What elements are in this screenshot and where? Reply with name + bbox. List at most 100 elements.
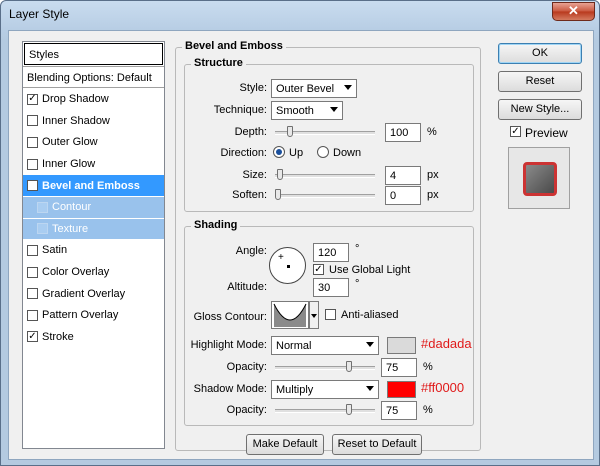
highlight-opacity-input[interactable]: 75 xyxy=(381,358,417,377)
shadow-mode-select[interactable]: Multiply xyxy=(271,380,379,399)
chevron-down-icon xyxy=(330,107,338,112)
style-label: Style: xyxy=(239,82,267,94)
angle-dot xyxy=(287,265,290,268)
shadow-mode-value: Multiply xyxy=(276,384,314,396)
highlight-hex-annotation: #dadada xyxy=(421,336,472,351)
style-list: ✓ Drop Shadow Inner Shadow Outer Glow Inner … xyxy=(23,88,164,347)
style-checkbox[interactable] xyxy=(27,244,38,256)
style-item-gradient-overlay[interactable]: Gradient Overlay xyxy=(23,282,164,304)
shadow-mode-label: Shadow Mode: xyxy=(193,383,267,395)
direction-down-radio[interactable] xyxy=(317,146,329,158)
anti-aliased-label[interactable]: Anti-aliased xyxy=(341,309,398,321)
soften-label: Soften: xyxy=(232,189,267,201)
depth-slider-thumb[interactable] xyxy=(287,126,293,137)
shadow-opacity-input[interactable]: 75 xyxy=(381,401,417,420)
angle-label: Angle: xyxy=(235,245,267,257)
technique-label: Technique: xyxy=(213,104,267,116)
style-item-label: Outer Glow xyxy=(42,136,98,149)
blending-options[interactable]: Blending Options: Default xyxy=(23,66,164,88)
style-checkbox[interactable]: ✓ xyxy=(27,93,38,105)
style-item-label: Gradient Overlay xyxy=(42,287,126,300)
style-item-label: Contour xyxy=(52,201,92,214)
style-checkbox[interactable] xyxy=(27,115,38,127)
make-default-button[interactable]: Make Default xyxy=(246,434,324,455)
style-checkbox[interactable]: ✓ xyxy=(27,331,38,343)
style-item-inner-shadow[interactable]: Inner Shadow xyxy=(23,109,164,132)
size-label: Size: xyxy=(242,169,267,181)
depth-input[interactable]: 100 xyxy=(385,123,421,142)
direction-up-radio[interactable] xyxy=(273,146,285,158)
shadow-opacity-slider[interactable] xyxy=(275,404,375,415)
chevron-down-icon xyxy=(366,342,374,347)
structure-title: Structure xyxy=(191,57,246,69)
angle-input[interactable]: 120 xyxy=(313,243,349,262)
style-checkbox[interactable]: ✓ xyxy=(27,180,38,192)
style-checkbox[interactable] xyxy=(37,223,48,235)
preview-label[interactable]: Preview xyxy=(525,126,568,140)
style-checkbox[interactable] xyxy=(37,201,48,213)
styles-header[interactable]: Styles xyxy=(24,43,163,65)
style-item-color-overlay[interactable]: Color Overlay xyxy=(23,260,164,283)
style-checkbox[interactable] xyxy=(27,158,38,170)
reset-button[interactable]: Reset xyxy=(498,71,582,92)
altitude-unit: ° xyxy=(355,278,360,290)
highlight-color-swatch[interactable] xyxy=(387,337,416,354)
gloss-contour-preview[interactable] xyxy=(271,301,309,329)
size-slider-thumb[interactable] xyxy=(277,169,283,180)
close-button[interactable]: ✕ xyxy=(552,2,595,21)
shadow-color-swatch[interactable] xyxy=(387,381,416,398)
style-item-inner-glow[interactable]: Inner Glow xyxy=(23,152,164,175)
size-input[interactable]: 4 xyxy=(385,166,421,185)
direction-label: Direction: xyxy=(220,147,267,159)
bevel-emboss-group: Bevel and Emboss Structure Style: Outer … xyxy=(175,40,481,455)
altitude-input[interactable]: 30 xyxy=(313,278,349,297)
anti-aliased-checkbox[interactable] xyxy=(325,309,336,320)
soften-input[interactable]: 0 xyxy=(385,186,421,205)
style-checkbox[interactable] xyxy=(27,309,38,321)
highlight-opacity-label: Opacity: xyxy=(226,361,267,373)
shadow-opacity-thumb[interactable] xyxy=(345,404,352,415)
angle-dial[interactable]: + xyxy=(269,247,306,284)
style-item-satin[interactable]: Satin xyxy=(23,239,164,261)
style-checkbox[interactable] xyxy=(27,266,38,278)
chevron-down-icon xyxy=(344,85,352,90)
reset-to-default-button[interactable]: Reset to Default xyxy=(332,434,422,455)
technique-select[interactable]: Smooth xyxy=(271,101,343,120)
layer-style-window: Layer Style ✕ Styles Blending Options: D… xyxy=(0,0,600,466)
structure-group: Structure Style: Outer Bevel Technique: … xyxy=(184,57,474,212)
highlight-opacity-thumb[interactable] xyxy=(345,361,352,372)
style-item-bevel-and-emboss[interactable]: ✓ Bevel and Emboss xyxy=(23,174,164,196)
title-bar[interactable]: Layer Style ✕ xyxy=(1,1,599,31)
style-checkbox[interactable] xyxy=(27,136,38,148)
window-title: Layer Style xyxy=(9,7,70,21)
crosshair-icon: + xyxy=(278,252,284,263)
ok-button[interactable]: OK xyxy=(498,43,582,64)
size-slider[interactable] xyxy=(275,169,375,180)
style-item-contour[interactable]: Contour xyxy=(23,195,164,218)
style-item-label: Bevel and Emboss xyxy=(42,179,140,192)
dialog-body: Styles Blending Options: Default ✓ Drop S… xyxy=(8,30,594,460)
style-item-pattern-overlay[interactable]: Pattern Overlay xyxy=(23,303,164,326)
style-select[interactable]: Outer Bevel xyxy=(271,79,357,98)
highlight-opacity-slider[interactable] xyxy=(275,361,375,372)
soften-slider[interactable] xyxy=(275,189,375,200)
direction-up-label[interactable]: Up xyxy=(289,147,303,159)
style-checkbox[interactable] xyxy=(27,288,38,300)
soften-slider-thumb[interactable] xyxy=(275,189,281,200)
gloss-contour-dropdown[interactable] xyxy=(309,301,319,329)
style-item-texture[interactable]: Texture xyxy=(23,217,164,240)
style-item-drop-shadow[interactable]: ✓ Drop Shadow xyxy=(23,88,164,110)
style-item-label: Drop Shadow xyxy=(42,93,109,106)
shading-title: Shading xyxy=(191,219,241,231)
highlight-mode-select[interactable]: Normal xyxy=(271,336,379,355)
style-item-stroke[interactable]: ✓ Stroke xyxy=(23,325,164,348)
shadow-hex-annotation: #ff0000 xyxy=(421,380,465,395)
style-item-outer-glow[interactable]: Outer Glow xyxy=(23,131,164,153)
highlight-mode-value: Normal xyxy=(276,340,312,352)
preview-checkbox[interactable]: ✓ xyxy=(510,126,521,137)
direction-down-label[interactable]: Down xyxy=(333,147,361,159)
global-light-label[interactable]: Use Global Light xyxy=(329,264,410,276)
depth-slider[interactable] xyxy=(275,126,375,137)
global-light-checkbox[interactable]: ✓ xyxy=(313,264,324,275)
new-style-button[interactable]: New Style... xyxy=(498,99,582,120)
